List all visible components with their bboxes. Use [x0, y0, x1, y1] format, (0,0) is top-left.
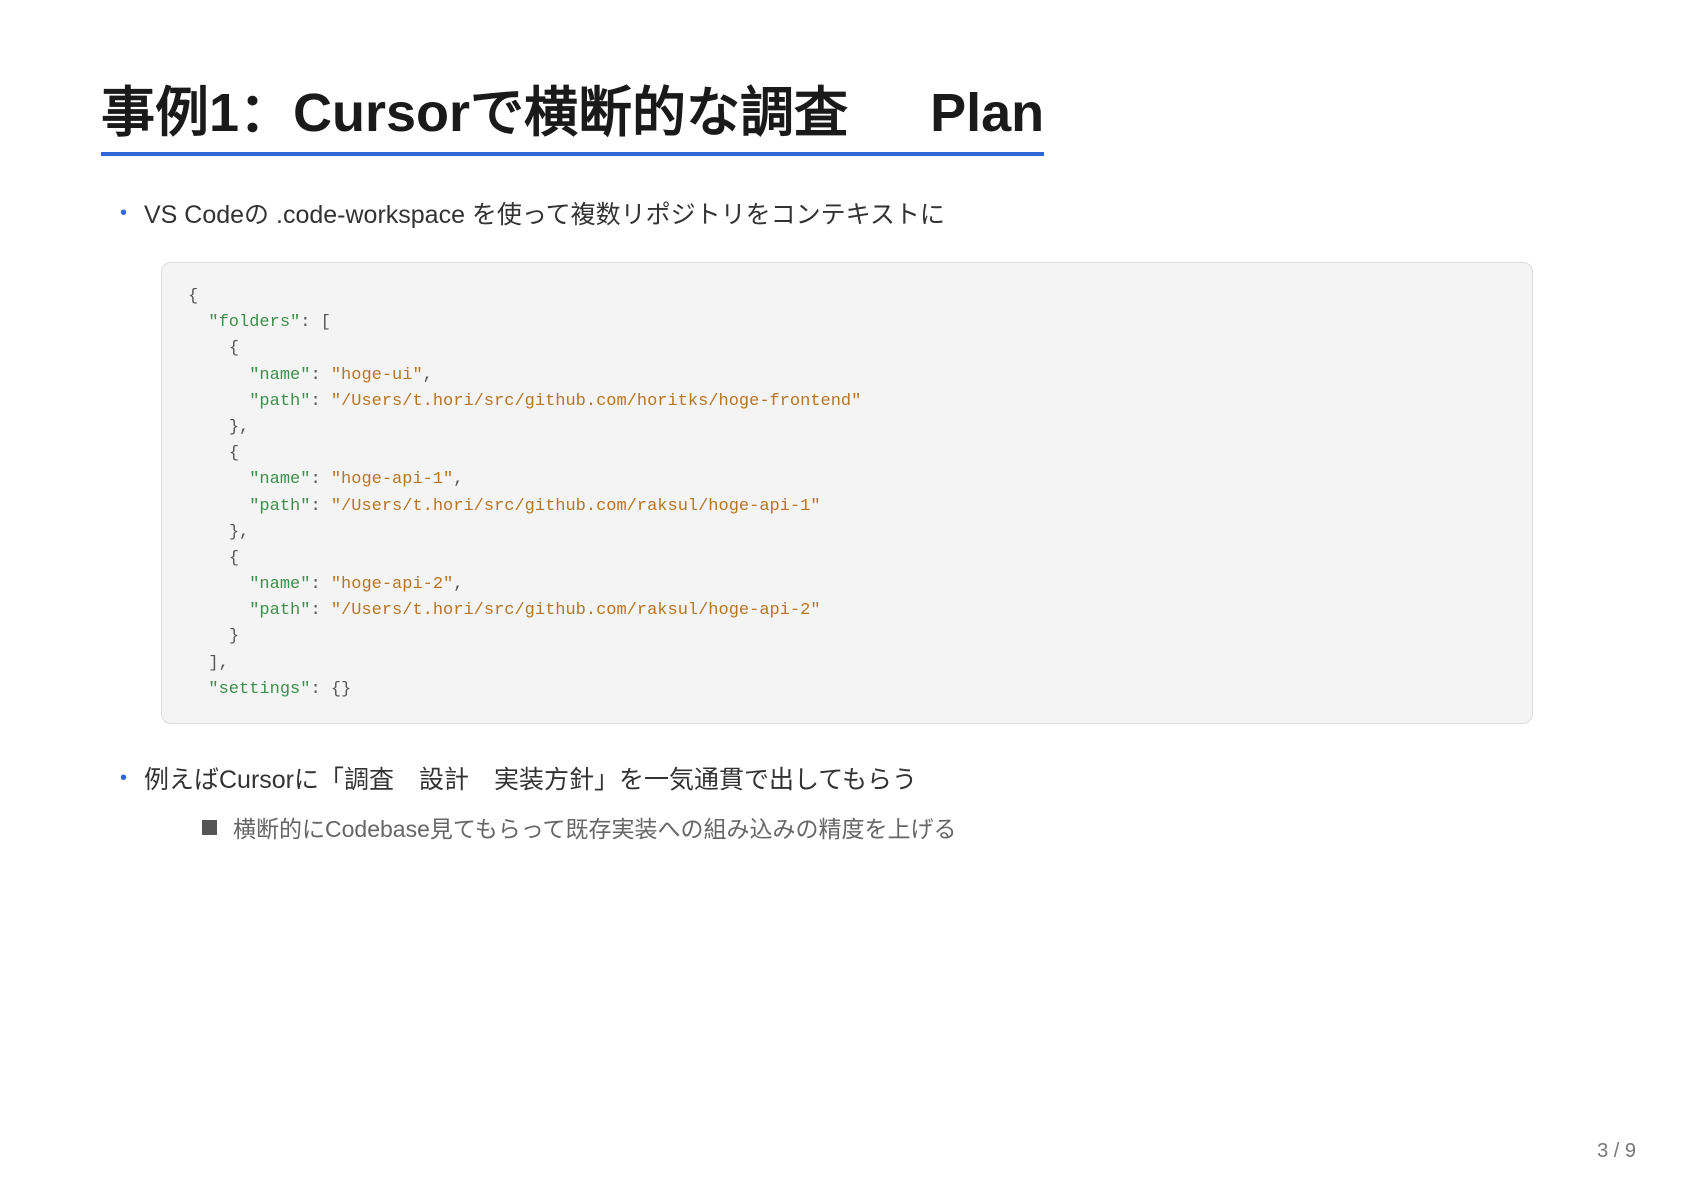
- square-bullet-icon: [202, 819, 217, 835]
- page-number: 3 / 9: [1597, 1140, 1636, 1162]
- code-token: "name": [249, 470, 311, 490]
- code-token: :: [310, 575, 331, 595]
- code-lines: { "folders": [ { "name": "hoge-ui", "pat…: [188, 284, 1506, 703]
- code-line: "folders": [: [188, 310, 1506, 336]
- code-line: "path": "/Users/t.hori/src/github.com/ho…: [188, 389, 1506, 415]
- code-line: "name": "hoge-ui",: [188, 363, 1506, 389]
- bullet-item-workspace: • VS Codeの .code-workspace を使って複数リポジトリをコ…: [120, 195, 945, 231]
- code-line: "path": "/Users/t.hori/src/github.com/ra…: [188, 494, 1506, 520]
- bullet-text: 例えばCursorに「調査 設計 実装方針」を一気通貫で出してもらう: [144, 766, 918, 794]
- slide: 事例1：Cursorで横断的な調査 Plan • VS Codeの .code-w…: [0, 0, 1684, 1191]
- code-line: {: [188, 441, 1506, 467]
- code-token: ,: [453, 470, 464, 490]
- code-token: "/Users/t.hori/src/github.com/raksul/hog…: [330, 496, 821, 516]
- code-token: {: [228, 444, 240, 464]
- code-token: {: [228, 548, 240, 568]
- code-token: "name": [249, 575, 311, 595]
- bullet-text: VS Codeの .code-workspace を使って複数リポジトリをコンテ…: [144, 201, 945, 229]
- code-token: "path": [249, 601, 311, 621]
- bullet-dot-icon: •: [120, 201, 128, 224]
- code-token: :: [310, 391, 331, 411]
- code-token: },: [228, 417, 250, 437]
- code-token: }: [228, 627, 240, 647]
- sub-bullet-text: 横断的にCodebase見てもらって既存実装への組み込みの精度を上げる: [233, 816, 957, 842]
- code-line: }: [188, 624, 1506, 650]
- code-line: "path": "/Users/t.hori/src/github.com/ra…: [188, 598, 1506, 624]
- code-token: "hoge-ui": [330, 365, 423, 385]
- code-token: {: [188, 287, 199, 306]
- code-token: : {}: [310, 679, 352, 699]
- code-token: :: [310, 365, 331, 385]
- code-line: {: [188, 336, 1506, 362]
- code-line: {: [188, 546, 1506, 572]
- code-line: },: [188, 415, 1506, 441]
- title-main: 事例1：Cursorで横断的な調査: [101, 83, 849, 143]
- code-token: : [: [300, 313, 331, 333]
- code-line: "name": "hoge-api-2",: [188, 572, 1506, 598]
- code-token: "path": [249, 391, 311, 411]
- code-token: {: [228, 339, 240, 359]
- code-line: ],: [188, 651, 1506, 677]
- code-line: {: [188, 284, 1506, 310]
- bullet-dot-icon: •: [120, 766, 128, 789]
- code-token: "folders": [208, 313, 301, 333]
- code-token: "name": [249, 365, 311, 385]
- code-token: "/Users/t.hori/src/github.com/raksul/hog…: [330, 601, 821, 621]
- code-token: "settings": [208, 679, 311, 699]
- code-token: "hoge-api-2": [330, 575, 454, 595]
- code-token: :: [310, 496, 331, 516]
- code-line: },: [188, 520, 1506, 546]
- code-line: "settings": {}: [188, 677, 1506, 703]
- code-token: ,: [453, 575, 464, 595]
- code-token: ,: [422, 365, 433, 385]
- code-line: "name": "hoge-api-1",: [188, 467, 1506, 493]
- code-token: :: [310, 470, 331, 490]
- code-token: "path": [249, 496, 311, 516]
- code-token: "/Users/t.hori/src/github.com/horitks/ho…: [330, 391, 862, 411]
- code-token: },: [228, 522, 250, 542]
- sub-bullet-item: 横断的にCodebase見てもらって既存実装への組み込みの精度を上げる: [202, 810, 957, 844]
- title-tag: Plan: [930, 83, 1045, 143]
- code-block: { "folders": [ { "name": "hoge-ui", "pat…: [161, 262, 1533, 724]
- code-token: "hoge-api-1": [330, 470, 454, 490]
- bullet-item-cursor: • 例えばCursorに「調査 設計 実装方針」を一気通貫で出してもらう: [120, 760, 917, 796]
- slide-title: 事例1：Cursorで横断的な調査 Plan: [101, 78, 1045, 156]
- code-token: :: [310, 601, 331, 621]
- code-token: ],: [208, 653, 229, 673]
